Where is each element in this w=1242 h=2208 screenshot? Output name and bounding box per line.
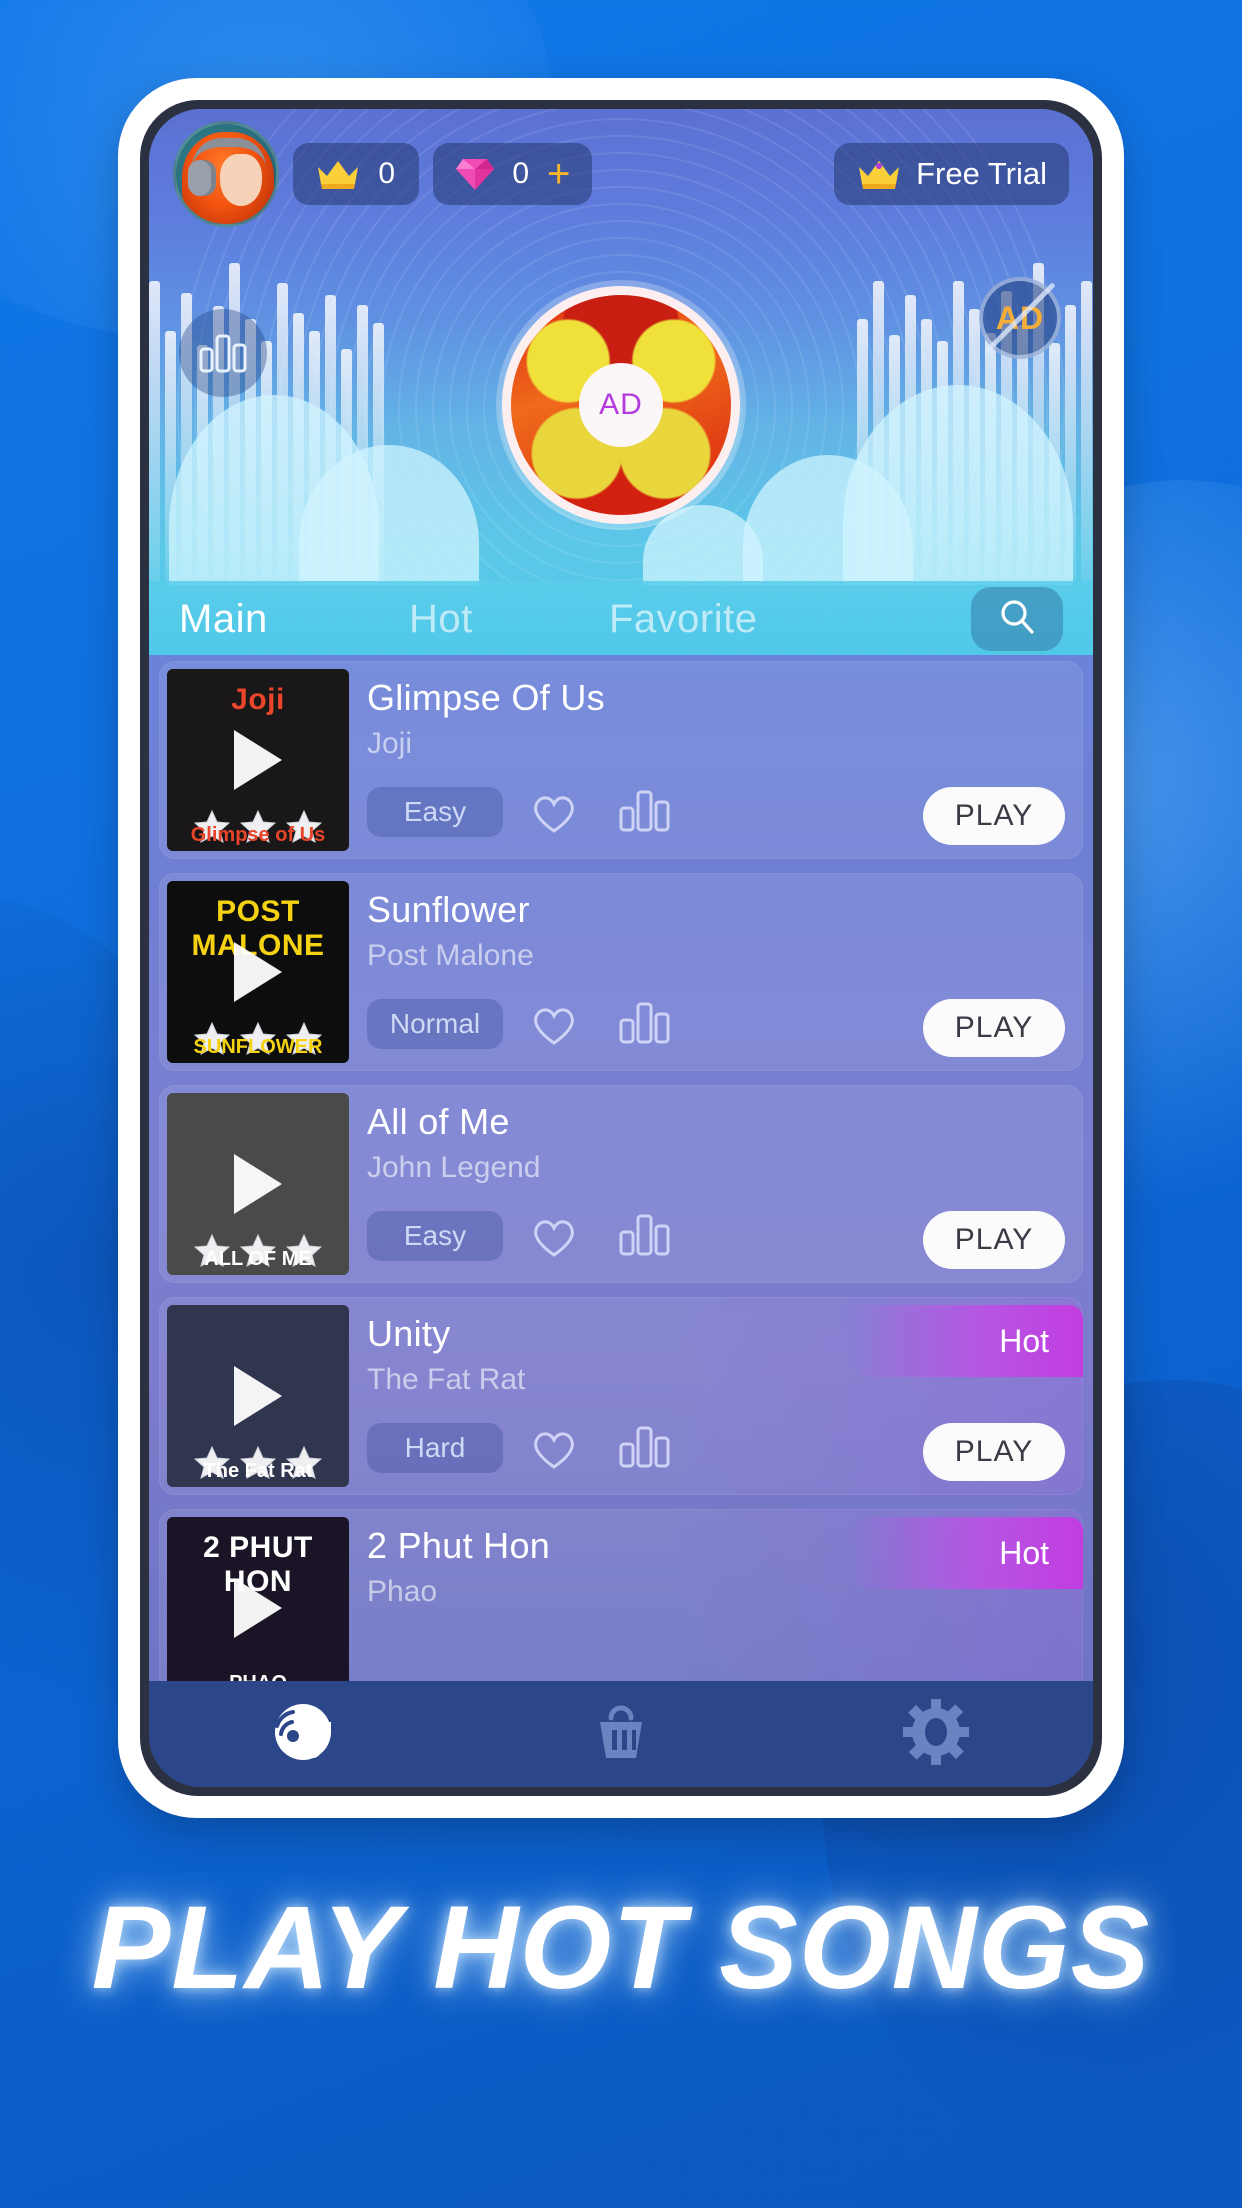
song-list[interactable]: Joji Glimpse of Us Glimpse Of Us Joji Easy PL… [149, 655, 1093, 1681]
gear-icon [902, 1698, 969, 1770]
favorite-heart-icon[interactable] [531, 1428, 577, 1475]
song-row[interactable]: The Fat Rat Unity The Fat Rat Hot Hard PLAY [159, 1297, 1083, 1495]
search-button[interactable] [971, 587, 1063, 651]
favorite-heart-icon[interactable] [531, 1004, 577, 1051]
tab-bar: Main Hot Favorite [149, 583, 1093, 655]
song-row[interactable]: Joji Glimpse of Us Glimpse Of Us Joji Easy PL… [159, 661, 1083, 859]
equalizer-bar [149, 281, 160, 581]
song-row[interactable]: POST MALONE SUNFLOWER Sunflower Post Malone… [159, 873, 1083, 1071]
hot-badge: Hot [853, 1305, 1083, 1377]
song-cover[interactable]: Joji Glimpse of Us [167, 669, 349, 851]
play-button[interactable]: PLAY [923, 1423, 1065, 1481]
cover-subtitle: The Fat Rat [203, 1460, 313, 1482]
play-triangle-icon [234, 730, 282, 790]
album-disc[interactable]: AD [502, 286, 740, 524]
play-button[interactable]: PLAY [923, 787, 1065, 845]
promo-headline: PLAY HOT SONGS [91, 1882, 1151, 2014]
nav-music-button[interactable] [246, 1689, 366, 1779]
nav-store-button[interactable] [561, 1689, 681, 1779]
gem-value: 0 [512, 157, 530, 190]
hot-badge: Hot [853, 1517, 1083, 1589]
song-cover[interactable]: ALL OF ME [167, 1093, 349, 1275]
equalizer-icon[interactable] [179, 309, 267, 397]
tab-favorite[interactable]: Favorite [609, 597, 859, 642]
difficulty-badge[interactable]: Normal [367, 999, 503, 1049]
avatar[interactable] [173, 121, 279, 227]
favorite-heart-icon[interactable] [531, 1216, 577, 1263]
album-art: AD [511, 295, 731, 515]
crown-icon [856, 157, 902, 191]
leaderboard-icon[interactable] [619, 788, 671, 837]
tab-hot[interactable]: Hot [409, 597, 609, 642]
song-cover[interactable]: The Fat Rat [167, 1305, 349, 1487]
difficulty-badge[interactable]: Easy [367, 787, 503, 837]
music-disc-icon [269, 1700, 343, 1769]
cover-subtitle: PHAO [167, 1672, 349, 1681]
song-artist: Joji [367, 727, 413, 760]
no-ads-icon[interactable]: AD [979, 277, 1061, 359]
song-artist: Phao [367, 1575, 438, 1608]
difficulty-badge[interactable]: Hard [367, 1423, 503, 1473]
leaderboard-icon[interactable] [619, 1000, 671, 1049]
cover-subtitle: ALL OF ME [204, 1248, 312, 1270]
song-artist: John Legend [367, 1151, 541, 1184]
phone-frame: 0 0 + Free Trial AD Main Hot Favorite Jo… [118, 78, 1124, 1818]
crown-stat-pill[interactable]: 0 [293, 143, 419, 205]
phone-bezel: 0 0 + Free Trial AD Main Hot Favorite Jo… [140, 100, 1102, 1796]
song-row[interactable]: ALL OF ME All of Me John Legend Easy PLAY [159, 1085, 1083, 1283]
song-title: 2 Phut Hon [367, 1525, 551, 1566]
play-triangle-icon [234, 1366, 282, 1426]
crown-value: 0 [378, 157, 396, 190]
play-button[interactable]: PLAY [923, 999, 1065, 1057]
cover-title: Joji [231, 683, 285, 716]
bottom-navigation [149, 1681, 1093, 1787]
difficulty-badge[interactable]: Easy [367, 1211, 503, 1261]
song-cover[interactable]: 2 PHUT HONPHAO [167, 1517, 349, 1681]
song-title: Sunflower [367, 889, 530, 930]
song-title: Glimpse Of Us [367, 677, 605, 718]
song-artist: The Fat Rat [367, 1363, 526, 1396]
song-title: Unity [367, 1313, 451, 1354]
basket-icon [591, 1700, 651, 1769]
leaderboard-icon[interactable] [619, 1212, 671, 1261]
tab-main[interactable]: Main [179, 597, 409, 642]
song-artist: Post Malone [367, 939, 534, 972]
favorite-heart-icon[interactable] [531, 792, 577, 839]
cover-subtitle: Glimpse of Us [190, 824, 326, 846]
play-triangle-icon [234, 1154, 282, 1214]
play-triangle-icon [234, 942, 282, 1002]
disc-ad-label: AD [579, 363, 663, 447]
song-row[interactable]: 2 PHUT HONPHAO 2 Phut Hon Phao Hot [159, 1509, 1083, 1681]
add-gems-button[interactable]: + [547, 154, 570, 194]
free-trial-button[interactable]: Free Trial [834, 143, 1069, 205]
song-cover[interactable]: POST MALONE SUNFLOWER [167, 881, 349, 1063]
crown-icon [315, 157, 361, 191]
equalizer-bar [1081, 281, 1092, 581]
free-trial-label: Free Trial [916, 156, 1047, 191]
leaderboard-icon[interactable] [619, 1424, 671, 1473]
top-bar: 0 0 + Free Trial [149, 109, 1093, 239]
song-title: All of Me [367, 1101, 510, 1142]
avatar-headphones-cup [188, 160, 216, 196]
cover-subtitle: SUNFLOWER [193, 1036, 323, 1058]
app-screen: 0 0 + Free Trial AD Main Hot Favorite Jo… [149, 109, 1093, 1787]
diamond-icon [455, 155, 495, 193]
nav-settings-button[interactable] [876, 1689, 996, 1779]
gem-stat-pill[interactable]: 0 + [433, 143, 593, 205]
search-icon [997, 597, 1037, 642]
play-triangle-icon [234, 1578, 282, 1638]
play-button[interactable]: PLAY [923, 1211, 1065, 1269]
